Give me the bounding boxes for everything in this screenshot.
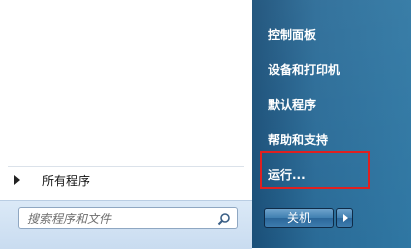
help-support-item[interactable]: 帮助和支持 bbox=[268, 131, 328, 148]
search-icon[interactable] bbox=[217, 212, 231, 226]
start-menu-right-pane: 控制面板 设备和打印机 默认程序 帮助和支持 运行... 关机 bbox=[252, 0, 411, 248]
arrow-right-icon bbox=[343, 214, 348, 222]
search-box[interactable] bbox=[18, 207, 238, 229]
control-panel-item[interactable]: 控制面板 bbox=[268, 26, 316, 43]
devices-printers-item[interactable]: 设备和打印机 bbox=[268, 61, 340, 78]
divider bbox=[8, 166, 244, 167]
shutdown-button[interactable]: 关机 bbox=[264, 208, 334, 228]
arrow-right-icon bbox=[14, 175, 20, 185]
run-highlight-box bbox=[260, 151, 370, 189]
all-programs-button[interactable]: 所有程序 bbox=[10, 170, 242, 190]
start-menu-left-pane: 所有程序 bbox=[0, 0, 252, 249]
search-input[interactable] bbox=[25, 210, 209, 228]
all-programs-label: 所有程序 bbox=[42, 173, 91, 188]
default-programs-item[interactable]: 默认程序 bbox=[268, 96, 316, 113]
shutdown-options-button[interactable] bbox=[336, 208, 353, 228]
